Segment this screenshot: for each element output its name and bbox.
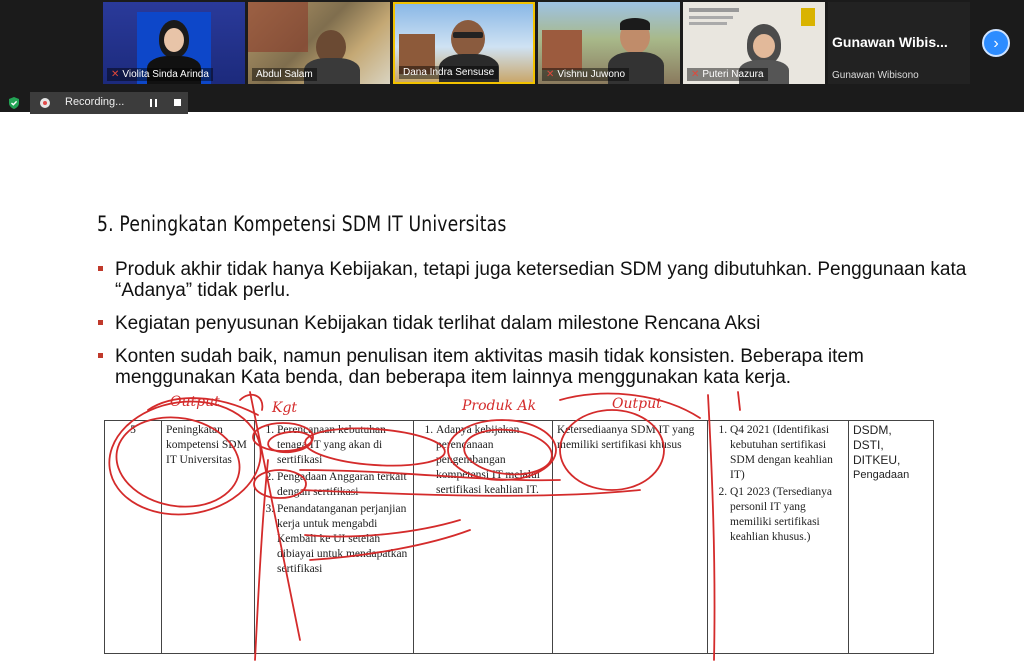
participant-tile-gunawan[interactable]: Gunawan Wibis... Gunawan Wibisono [828, 2, 970, 84]
participant-name: Gunawan Wibisono [832, 70, 919, 81]
bullet-marker-icon [98, 353, 103, 358]
participant-tile-violita[interactable]: ✕ Violita Sinda Arinda [103, 2, 245, 84]
slide-title: 5. Peningkatan Kompetensi SDM IT Univers… [97, 212, 507, 236]
annotation-produk: Produk Ak [461, 398, 536, 414]
participant-name: Abdul Salam [252, 68, 317, 81]
mic-muted-icon: ✕ [111, 69, 120, 80]
pause-recording-button[interactable] [150, 99, 158, 107]
participant-name: ✕ Violita Sinda Arinda [107, 68, 213, 81]
cell-outputs: Adanya kebijakan perencanaan pengembanga… [413, 420, 553, 654]
cell-timeline: Q4 2021 (Identifikasi kebutuhan sertifik… [707, 420, 849, 654]
participant-name: ✕ Puteri Nazura [687, 68, 768, 81]
bullet-item: Kegiatan penyusunan Kebijakan tidak terl… [98, 313, 978, 334]
slide-bullets: Produk akhir tidak hanya Kebijakan, teta… [98, 259, 978, 400]
timeline-item: Q4 2021 (Identifikasi kebutuhan sertifik… [730, 423, 844, 483]
mic-muted-icon: ✕ [691, 69, 700, 80]
activity-item: Pengadaan Anggaran terkait dengan sertif… [277, 470, 409, 500]
participant-tile-dana[interactable]: Dana Indra Sensuse [393, 2, 535, 84]
cell-pic: DSDM, DSTI, DITKEU, Pengadaan [848, 420, 934, 654]
output-item: Adanya kebijakan perencanaan pengembanga… [436, 423, 548, 498]
security-shield-icon[interactable] [7, 96, 21, 110]
participant-tile-vishnu[interactable]: ✕ Vishnu Juwono [538, 2, 680, 84]
active-speaker-name: Gunawan Wibis... [832, 34, 948, 50]
timeline-item: Q1 2023 (Tersedianya personil IT yang me… [730, 485, 844, 545]
cell-activities: Perencanaan kebutuhan tenaga IT yang aka… [254, 420, 414, 654]
table-row: 5 Peningkatan kompetensi SDM IT Universi… [104, 420, 934, 654]
participant-tile-abdul[interactable]: Abdul Salam [248, 2, 390, 84]
next-page-button[interactable]: › [982, 29, 1010, 57]
activity-item: Penandatanganan perjanjian kerja untuk m… [277, 502, 409, 577]
stop-recording-button[interactable] [174, 99, 181, 106]
participant-name: ✕ Vishnu Juwono [542, 68, 630, 81]
cell-no: 5 [104, 420, 162, 654]
action-plan-table: 5 Peningkatan kompetensi SDM IT Universi… [104, 420, 934, 654]
bullet-item: Produk akhir tidak hanya Kebijakan, teta… [98, 259, 978, 301]
chevron-right-icon: › [993, 35, 999, 52]
cell-program: Peningkatan kompetensi SDM IT Universita… [161, 420, 255, 654]
annotation-kgt: Kgt [271, 400, 297, 416]
recording-label: Recording... [65, 96, 125, 108]
activity-item: Perencanaan kebutuhan tenaga IT yang aka… [277, 423, 409, 468]
mic-muted-icon: ✕ [546, 69, 555, 80]
recording-dot-icon [40, 98, 50, 108]
participant-name: Dana Indra Sensuse [399, 66, 499, 79]
bullet-marker-icon [98, 320, 103, 325]
recording-controls [142, 92, 188, 114]
bullet-item: Konten sudah baik, namun penulisan item … [98, 346, 978, 388]
cell-indicator: Ketersediaanya SDM IT yang memiliki sert… [552, 420, 708, 654]
participant-tile-puteri[interactable]: ✕ Puteri Nazura [683, 2, 825, 84]
bullet-marker-icon [98, 266, 103, 271]
